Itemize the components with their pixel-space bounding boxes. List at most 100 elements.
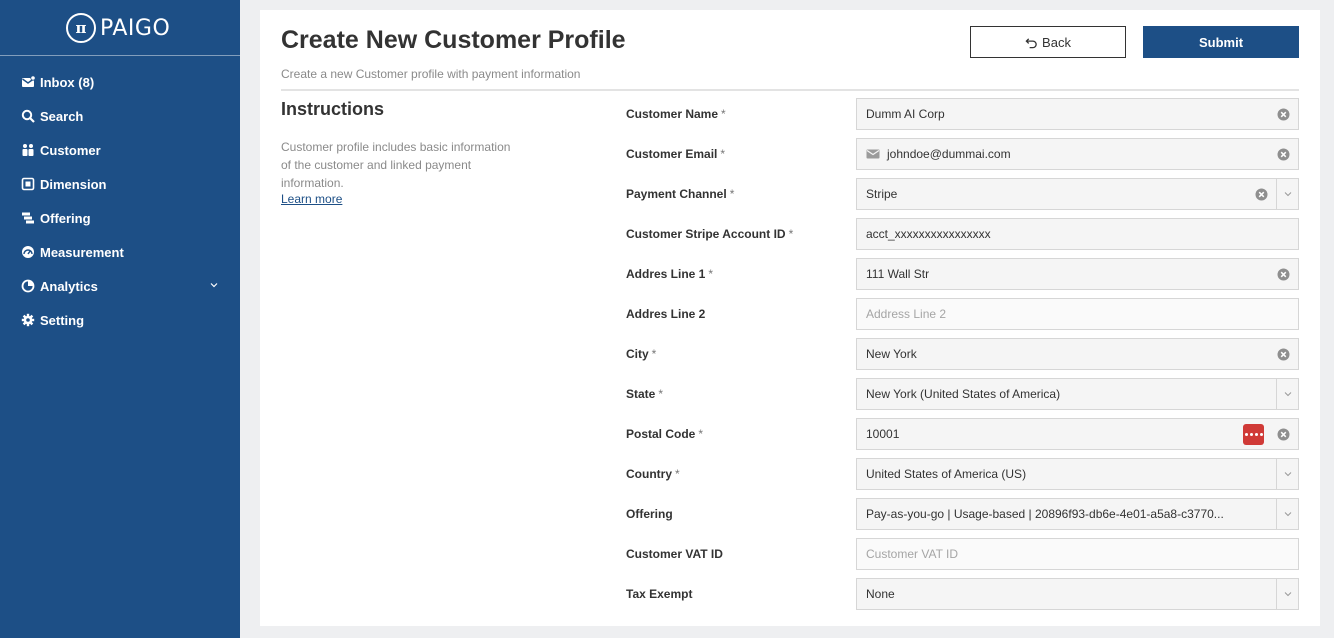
inbox-icon [21,75,35,89]
undo-arrow-icon [1025,37,1037,48]
required-marker: * [708,267,714,281]
vat-id-input[interactable]: Customer VAT ID [856,538,1299,570]
field-label: Customer VAT ID [626,547,723,561]
form-row-customer-name: Customer Name * Dumm AI Corp [626,98,1299,130]
sidebar-item-measurement[interactable]: Measurement [0,235,240,269]
sidebar-item-search[interactable]: Search [0,99,240,133]
required-marker: * [720,147,726,161]
chevron-down-icon[interactable] [210,281,218,289]
postal-code-input[interactable]: 10001 [856,418,1299,450]
sidebar-item-analytics[interactable]: Analytics [0,269,240,303]
form-row-tax-exempt: Tax Exempt None [626,578,1299,610]
payment-channel-select[interactable]: Stripe [856,178,1299,210]
required-marker: * [721,107,726,121]
page-title: Create New Customer Profile [281,26,626,54]
form-row-address-line-1: Addres Line 1 * 111 Wall Str [626,258,1299,290]
clear-icon[interactable] [1277,108,1290,121]
main-card: Create New Customer Profile Create a new… [260,10,1320,626]
logo[interactable]: π PAIGO [66,12,170,44]
sidebar-item-dimension[interactable]: Dimension [0,167,240,201]
sidebar: π PAIGO Inbox (8) Search Customer Dimens… [0,0,240,638]
clear-icon[interactable] [1277,268,1290,281]
chevron-down-icon[interactable] [1284,191,1292,197]
learn-more-link[interactable]: Learn more [281,192,342,206]
instructions-title: Instructions [281,99,385,119]
required-marker: * [651,347,657,361]
form-row-country: Country * United States of America (US) [626,458,1299,490]
required-marker: * [675,467,680,481]
customer-name-input[interactable]: Dumm AI Corp [856,98,1299,130]
form-row-state: State * New York (United States of Americ… [626,378,1299,410]
form-row-offering: Offering Pay-as-you-go | Usage-based | 2… [626,498,1299,530]
state-select[interactable]: New York (United States of America) [856,378,1299,410]
field-label: Customer Stripe Account ID * [626,227,794,241]
form-row-vat-id: Customer VAT ID Customer VAT ID [626,538,1299,570]
measurement-icon [21,245,35,259]
chevron-down-icon[interactable] [1284,591,1292,597]
page-subtitle: Create a new Customer profile with payme… [281,67,581,81]
field-label: Customer Email * [626,147,726,161]
customer-email-input[interactable]: johndoe@dummai.com [856,138,1299,170]
customer-icon [21,143,35,157]
gear-icon [21,313,35,327]
clear-icon[interactable] [1277,428,1290,441]
clear-icon[interactable] [1255,188,1268,201]
sidebar-item-offering[interactable]: Offering [0,201,240,235]
field-label: Offering [626,507,673,521]
form-row-postal-code: Postal Code * 10001 [626,418,1299,450]
address-line-1-input[interactable]: 111 Wall Str [856,258,1299,290]
sidebar-item-customer[interactable]: Customer [0,133,240,167]
sidebar-item-label: Search [40,108,84,124]
dropdown-separator [1276,179,1277,209]
sidebar-item-label: Inbox (8) [40,74,95,90]
sidebar-nav: Inbox (8) Search Customer Dimension Offe… [0,65,240,337]
password-manager-icon[interactable] [1243,424,1264,445]
field-label: State * [626,387,664,401]
dropdown-separator [1276,379,1277,409]
logo-text: PAIGO [100,15,171,41]
offering-select[interactable]: Pay-as-you-go | Usage-based | 20896f93-d… [856,498,1299,530]
address-line-2-input[interactable]: Address Line 2 [856,298,1299,330]
field-label: Tax Exempt [626,587,693,601]
sidebar-item-label: Measurement [40,244,124,260]
country-select[interactable]: United States of America (US) [856,458,1299,490]
logo-mark-icon: π [66,13,96,43]
submit-button-label: Submit [1198,34,1244,50]
offering-icon [21,211,35,225]
dropdown-separator [1276,579,1277,609]
submit-button[interactable]: Submit [1143,26,1299,58]
sidebar-item-label: Setting [40,312,85,328]
dropdown-separator [1276,459,1277,489]
required-marker: * [658,387,664,401]
dropdown-separator [1276,499,1277,529]
field-label: City * [626,347,657,361]
back-button[interactable]: Back [970,26,1126,58]
stripe-account-id-input[interactable]: acct_xxxxxxxxxxxxxxxx [856,218,1299,250]
instructions-text: Customer profile includes basic informat… [281,140,511,190]
clear-icon[interactable] [1277,148,1290,161]
chevron-down-icon[interactable] [1284,391,1292,397]
analytics-icon [21,279,35,293]
field-label: Payment Channel * [626,187,735,201]
form-row-city: City * New York [626,338,1299,370]
sidebar-item-inbox[interactable]: Inbox (8) [0,65,240,99]
form-row-address-line-2: Addres Line 2 Address Line 2 [626,298,1299,330]
chevron-down-icon[interactable] [1284,511,1292,517]
form-row-stripe-account-id: Customer Stripe Account ID * acct_xxxxxxx… [626,218,1299,250]
back-button-label: Back [1042,34,1071,50]
tax-exempt-select[interactable]: None [856,578,1299,610]
sidebar-item-label: Analytics [40,278,98,294]
field-label: Addres Line 2 [626,307,706,321]
field-label: Country * [626,467,680,481]
chevron-down-icon[interactable] [1284,471,1292,477]
city-input[interactable]: New York [856,338,1299,370]
required-marker: * [698,427,704,441]
clear-icon[interactable] [1277,348,1290,361]
field-label: Addres Line 1 * [626,267,714,281]
required-marker: * [788,227,794,241]
sidebar-divider [0,55,240,56]
form-row-payment-channel: Payment Channel * Stripe [626,178,1299,210]
dimension-icon [21,177,35,191]
sidebar-item-setting[interactable]: Setting [0,303,240,337]
field-label: Customer Name * [626,107,726,121]
